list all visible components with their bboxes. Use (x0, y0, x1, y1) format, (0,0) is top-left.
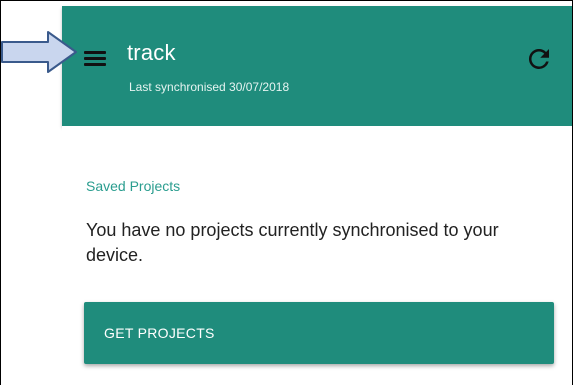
main-content: Saved Projects You have no projects curr… (62, 126, 572, 385)
menu-line-bottom (84, 63, 106, 66)
app-title: track (127, 40, 176, 65)
pointer-arrow-icon (1, 31, 77, 73)
refresh-icon[interactable] (524, 44, 554, 74)
get-projects-button[interactable]: GET PROJECTS (84, 302, 554, 364)
app-bar: track Last synchronised 30/07/2018 (62, 6, 572, 126)
menu-line-top (84, 51, 106, 54)
sync-status: Last synchronised 30/07/2018 (129, 80, 290, 94)
menu-line-middle (84, 57, 106, 60)
hamburger-menu-icon[interactable] (82, 48, 106, 68)
app-window: track Last synchronised 30/07/2018 Saved… (62, 6, 572, 385)
section-title: Saved Projects (86, 178, 181, 194)
empty-state-message: You have no projects currently synchroni… (86, 220, 499, 265)
